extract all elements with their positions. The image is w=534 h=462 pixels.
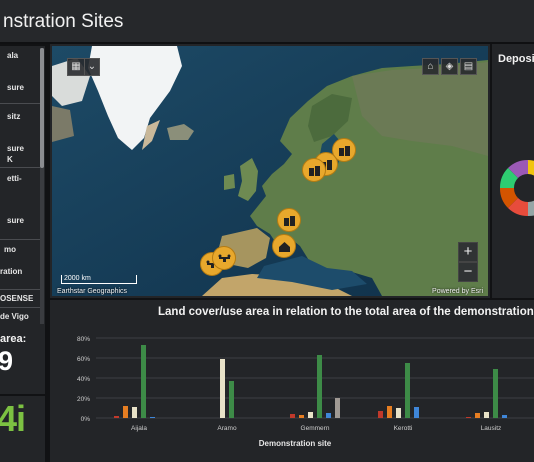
x-axis-label: Demonstration site bbox=[259, 439, 332, 448]
basemap-gallery-icon[interactable]: ▦ bbox=[67, 58, 85, 76]
chevron-down-icon[interactable]: ⌄ bbox=[84, 58, 100, 76]
site-item-line: ala bbox=[7, 51, 19, 60]
bar bbox=[405, 363, 410, 418]
bar bbox=[378, 411, 383, 418]
y-tick-label: 60% bbox=[77, 356, 90, 363]
bar bbox=[290, 414, 295, 418]
bar bbox=[308, 412, 313, 418]
site-list-scrollbar[interactable] bbox=[40, 48, 44, 324]
page-title: nstration Sites bbox=[3, 11, 124, 32]
site-item-line: de Vigo bbox=[0, 312, 29, 321]
site-item-line: sitz bbox=[7, 112, 21, 121]
y-tick-label: 0% bbox=[81, 416, 91, 423]
bar bbox=[123, 406, 128, 418]
total-area-label: area: bbox=[0, 333, 27, 345]
site-list-item[interactable]: OSENSE bbox=[0, 290, 40, 308]
bar bbox=[141, 345, 146, 418]
bar bbox=[493, 369, 498, 418]
map-attribution: Earthstar Geographics bbox=[57, 288, 128, 295]
site-list-item[interactable]: ala sure bbox=[0, 46, 40, 104]
bar bbox=[475, 413, 480, 418]
bar bbox=[502, 415, 507, 418]
layers-icon[interactable]: ◈ bbox=[441, 58, 458, 75]
bar bbox=[484, 412, 489, 418]
bar bbox=[114, 416, 119, 418]
x-tick-label: Kerotti bbox=[394, 425, 413, 432]
project-logo: 4i bbox=[0, 398, 26, 439]
site-list-item[interactable]: etti- sure bbox=[0, 168, 40, 240]
bar bbox=[299, 415, 304, 418]
site-item-line: mo bbox=[4, 245, 16, 254]
bar bbox=[414, 407, 419, 418]
y-tick-label: 20% bbox=[77, 396, 90, 403]
building-marker-icon[interactable] bbox=[302, 158, 326, 182]
x-tick-label: Aramo bbox=[217, 425, 237, 432]
site-item-line: OSENSE bbox=[0, 294, 34, 303]
building-marker-icon[interactable] bbox=[277, 208, 301, 232]
land-cover-chart-panel: Land cover/use area in relation to the t… bbox=[50, 300, 534, 462]
zoom-in-button[interactable]: + bbox=[458, 242, 478, 262]
zoom-out-button[interactable]: − bbox=[458, 262, 478, 282]
grid-icon[interactable]: ▤ bbox=[460, 58, 477, 75]
deposit-panel-title: Deposit bbox=[498, 53, 534, 65]
map-view[interactable]: ▦ ⌄ ⌂ ◈ ▤ + − 2000 km Earthstar Geograph… bbox=[52, 46, 488, 296]
site-list-item[interactable]: mo ration bbox=[0, 240, 40, 290]
y-tick-label: 80% bbox=[77, 336, 90, 343]
farm-marker-icon[interactable] bbox=[272, 234, 296, 258]
deposit-donut-chart bbox=[499, 159, 534, 217]
deposit-panel: Deposit bbox=[492, 44, 534, 298]
bar bbox=[132, 407, 137, 418]
map-panel: ▦ ⌄ ⌂ ◈ ▤ + − 2000 km Earthstar Geograph… bbox=[50, 44, 490, 298]
site-item-line: sure bbox=[7, 144, 24, 153]
bar bbox=[229, 381, 234, 418]
site-item-line: etti- bbox=[7, 174, 22, 183]
y-tick-label: 40% bbox=[77, 376, 90, 383]
map-scale-bar: 2000 km bbox=[61, 275, 137, 284]
drone-marker-icon[interactable] bbox=[212, 246, 236, 270]
site-item-line: ration bbox=[0, 267, 23, 276]
bar bbox=[387, 406, 392, 418]
bar bbox=[220, 359, 225, 418]
site-list-item[interactable]: sitz sure K bbox=[0, 104, 40, 168]
site-item-line: sure bbox=[7, 216, 24, 225]
x-tick-label: Aijala bbox=[131, 425, 147, 432]
site-item-line: K bbox=[7, 155, 13, 164]
land-cover-bar-chart: 0% 20% 40% 60% 80% Aijala Aramo Gemmern Kerotti L… bbox=[77, 336, 534, 448]
total-area-value: 9 bbox=[0, 346, 14, 376]
bar bbox=[396, 408, 401, 418]
site-item-line: sure bbox=[7, 83, 24, 92]
bar bbox=[335, 398, 340, 418]
home-icon[interactable]: ⌂ bbox=[422, 58, 439, 75]
map-basemap bbox=[52, 46, 488, 296]
total-area-panel: area: 9 bbox=[0, 326, 45, 394]
x-tick-label: Lausitz bbox=[481, 425, 502, 432]
map-powered-by[interactable]: Powered by Esri bbox=[432, 288, 483, 295]
logo-panel: 4i bbox=[0, 396, 45, 462]
bar bbox=[150, 417, 155, 418]
site-list-panel: ala sure sitz sure K etti- sure mo ratio… bbox=[0, 46, 45, 326]
bar bbox=[317, 355, 322, 418]
x-tick-label: Gemmern bbox=[301, 425, 330, 432]
site-list-item[interactable]: de Vigo bbox=[0, 308, 40, 326]
app-header: nstration Sites bbox=[0, 0, 534, 44]
bar bbox=[466, 417, 471, 418]
bar bbox=[326, 413, 331, 418]
scrollbar-thumb[interactable] bbox=[40, 48, 44, 168]
